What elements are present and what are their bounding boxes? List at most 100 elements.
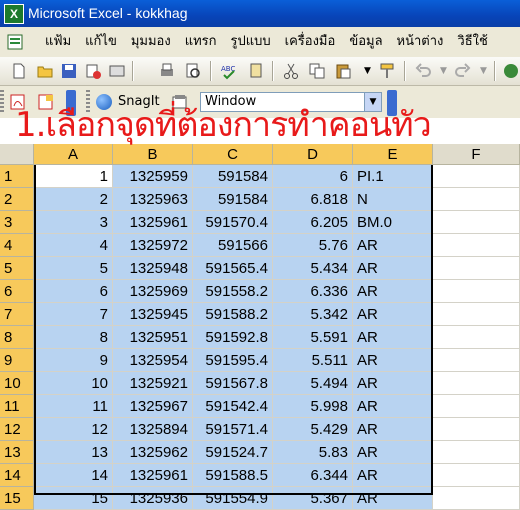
row-header[interactable]: 1 <box>0 165 34 188</box>
cell-a[interactable]: 11 <box>34 395 113 418</box>
cell-a[interactable]: 5 <box>34 257 113 280</box>
hyperlink-icon[interactable] <box>502 62 520 80</box>
menu-item[interactable]: เครื่องมือ <box>278 27 343 57</box>
cell-d[interactable]: 5.76 <box>273 234 353 257</box>
cell-b[interactable]: 1325959 <box>113 165 193 188</box>
cell-b[interactable]: 1325963 <box>113 188 193 211</box>
cell-e[interactable]: AR <box>353 349 433 372</box>
cell-e[interactable]: AR <box>353 257 433 280</box>
cell-f[interactable] <box>433 257 520 280</box>
cell-a[interactable]: 14 <box>34 464 113 487</box>
cell-f[interactable] <box>433 418 520 441</box>
cell-c[interactable]: 591524.7 <box>193 441 273 464</box>
row-header[interactable]: 8 <box>0 326 34 349</box>
menu-item[interactable]: แทรก <box>178 27 224 57</box>
spelling-icon[interactable]: ABC <box>220 62 238 80</box>
cell-b[interactable]: 1325945 <box>113 303 193 326</box>
cell-c[interactable]: 591595.4 <box>193 349 273 372</box>
cell-a[interactable]: 7 <box>34 303 113 326</box>
menu-item[interactable]: แฟ้ม <box>38 27 78 57</box>
cell-e[interactable]: AR <box>353 280 433 303</box>
cell-c[interactable]: 591588.5 <box>193 464 273 487</box>
cell-b[interactable]: 1325951 <box>113 326 193 349</box>
open-folder-icon[interactable] <box>36 62 54 80</box>
row-header[interactable]: 13 <box>0 441 34 464</box>
row-header[interactable]: 12 <box>0 418 34 441</box>
cell-e[interactable]: PI.1 <box>353 165 433 188</box>
cell-c[interactable]: 591566 <box>193 234 273 257</box>
row-header[interactable]: 5 <box>0 257 34 280</box>
row-header[interactable]: 6 <box>0 280 34 303</box>
paste-icon[interactable] <box>334 62 352 80</box>
cell-d[interactable]: 6.336 <box>273 280 353 303</box>
cell-e[interactable]: AR <box>353 395 433 418</box>
cell-c[interactable]: 591567.8 <box>193 372 273 395</box>
cell-a[interactable]: 8 <box>34 326 113 349</box>
column-header-c[interactable]: C <box>193 144 273 165</box>
menu-item[interactable]: ข้อมูล <box>342 27 389 57</box>
row-header[interactable]: 11 <box>0 395 34 418</box>
cell-e[interactable]: N <box>353 188 433 211</box>
workbook-icon[interactable] <box>6 33 26 51</box>
cell-b[interactable]: 1325948 <box>113 257 193 280</box>
cell-c[interactable]: 591592.8 <box>193 326 273 349</box>
cell-d[interactable]: 5.591 <box>273 326 353 349</box>
cell-c[interactable]: 591571.4 <box>193 418 273 441</box>
paste-dropdown-icon[interactable]: ▼ <box>364 62 372 80</box>
cell-f[interactable] <box>433 165 520 188</box>
column-header-e[interactable]: E <box>353 144 433 165</box>
menu-item[interactable]: มุมมอง <box>124 27 178 57</box>
redo-dropdown-icon[interactable]: ▼ <box>480 62 488 80</box>
cell-a[interactable]: 6 <box>34 280 113 303</box>
cell-b[interactable]: 1325894 <box>113 418 193 441</box>
cell-c[interactable]: 591584 <box>193 188 273 211</box>
cell-c[interactable]: 591542.4 <box>193 395 273 418</box>
column-header-f[interactable]: F <box>433 144 520 165</box>
cell-f[interactable] <box>433 303 520 326</box>
cell-b[interactable]: 1325967 <box>113 395 193 418</box>
cell-e[interactable]: AR <box>353 418 433 441</box>
cell-c[interactable]: 591570.4 <box>193 211 273 234</box>
cell-a[interactable]: 13 <box>34 441 113 464</box>
cell-d[interactable]: 5.434 <box>273 257 353 280</box>
cell-c[interactable]: 591565.4 <box>193 257 273 280</box>
cell-b[interactable]: 1325936 <box>113 487 193 510</box>
cell-e[interactable]: AR <box>353 234 433 257</box>
excel-icon[interactable]: X <box>4 4 24 24</box>
menu-item[interactable]: รูปแบบ <box>224 27 278 57</box>
cell-a[interactable]: 9 <box>34 349 113 372</box>
cell-d[interactable]: 6.344 <box>273 464 353 487</box>
cell-d[interactable]: 6.205 <box>273 211 353 234</box>
row-header[interactable]: 10 <box>0 372 34 395</box>
cell-e[interactable]: AR <box>353 441 433 464</box>
menu-item[interactable]: แก้ไข <box>78 27 124 57</box>
cell-f[interactable] <box>433 441 520 464</box>
cell-d[interactable]: 6 <box>273 165 353 188</box>
cell-e[interactable]: BM.0 <box>353 211 433 234</box>
cell-e[interactable]: AR <box>353 372 433 395</box>
cell-a[interactable]: 1 <box>34 165 113 188</box>
cell-d[interactable]: 5.342 <box>273 303 353 326</box>
cell-b[interactable]: 1325961 <box>113 464 193 487</box>
cell-c[interactable]: 591558.2 <box>193 280 273 303</box>
format-painter-icon[interactable] <box>378 62 396 80</box>
cell-f[interactable] <box>433 487 520 510</box>
cell-d[interactable]: 5.998 <box>273 395 353 418</box>
research-icon[interactable] <box>248 62 266 80</box>
permission-icon[interactable] <box>84 62 102 80</box>
cell-e[interactable]: AR <box>353 464 433 487</box>
cell-e[interactable]: AR <box>353 303 433 326</box>
cell-d[interactable]: 5.429 <box>273 418 353 441</box>
save-icon[interactable] <box>60 62 78 80</box>
cell-a[interactable]: 2 <box>34 188 113 211</box>
row-header[interactable]: 4 <box>0 234 34 257</box>
cell-b[interactable]: 1325961 <box>113 211 193 234</box>
cell-a[interactable]: 3 <box>34 211 113 234</box>
column-header-a[interactable]: A <box>34 144 113 165</box>
cell-a[interactable]: 4 <box>34 234 113 257</box>
cell-b[interactable]: 1325972 <box>113 234 193 257</box>
cell-f[interactable] <box>433 372 520 395</box>
row-header[interactable]: 14 <box>0 464 34 487</box>
cell-b[interactable]: 1325954 <box>113 349 193 372</box>
undo-icon[interactable] <box>414 62 432 80</box>
